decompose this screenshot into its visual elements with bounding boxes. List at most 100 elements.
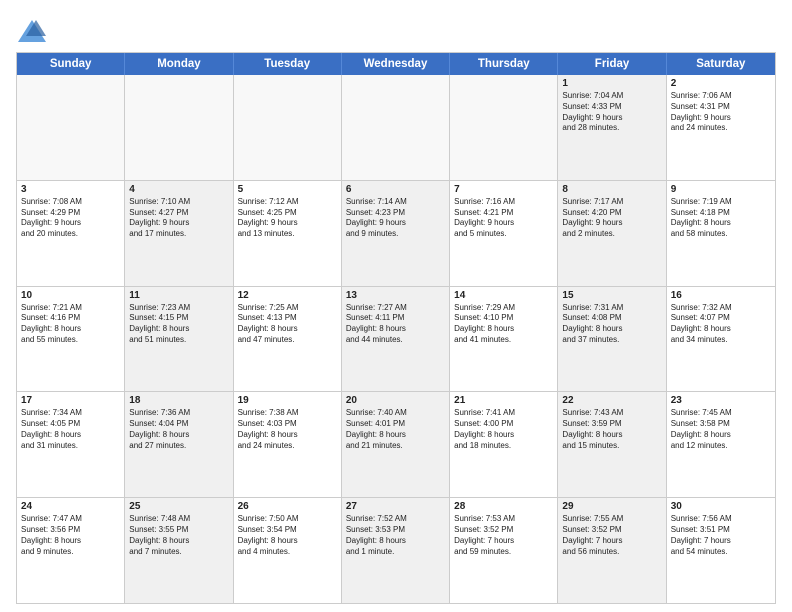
day-info: Sunrise: 7:53 AMSunset: 3:52 PMDaylight:… xyxy=(454,514,553,557)
header-day-tuesday: Tuesday xyxy=(234,53,342,75)
day-info: Sunrise: 7:34 AMSunset: 4:05 PMDaylight:… xyxy=(21,408,120,451)
day-cell-17: 17 Sunrise: 7:34 AMSunset: 4:05 PMDayligh… xyxy=(17,392,125,497)
page: SundayMondayTuesdayWednesdayThursdayFrid… xyxy=(0,0,792,612)
day-number: 26 xyxy=(238,501,337,512)
day-cell-7: 7 Sunrise: 7:16 AMSunset: 4:21 PMDaylight… xyxy=(450,181,558,286)
day-number: 1 xyxy=(562,78,661,89)
day-info: Sunrise: 7:55 AMSunset: 3:52 PMDaylight:… xyxy=(562,514,661,557)
header xyxy=(16,12,776,46)
day-number: 28 xyxy=(454,501,553,512)
header-day-friday: Friday xyxy=(558,53,666,75)
day-cell-2: 2Sunrise: 7:06 AMSunset: 4:31 PMDaylight… xyxy=(667,75,775,180)
calendar-row-3: 10Sunrise: 7:21 AMSunset: 4:16 PMDayligh… xyxy=(17,286,775,392)
day-number: 27 xyxy=(346,501,445,512)
day-info: Sunrise: 7:21 AMSunset: 4:16 PMDaylight:… xyxy=(21,303,120,346)
day-cell-25: 25 Sunrise: 7:48 AMSunset: 3:55 PMDayligh… xyxy=(125,498,233,603)
day-number: 30 xyxy=(671,501,771,512)
calendar-row-1: 1 Sunrise: 7:04 AMSunset: 4:33 PMDaylight… xyxy=(17,75,775,180)
day-cell-22: 22Sunrise: 7:43 AMSunset: 3:59 PMDayligh… xyxy=(558,392,666,497)
day-number: 22 xyxy=(562,395,661,406)
day-cell-8: 8 Sunrise: 7:17 AMSunset: 4:20 PMDaylight… xyxy=(558,181,666,286)
day-cell-19: 19 Sunrise: 7:38 AMSunset: 4:03 PMDayligh… xyxy=(234,392,342,497)
day-info: Sunrise: 7:47 AMSunset: 3:56 PMDaylight:… xyxy=(21,514,120,557)
day-cell-18: 18 Sunrise: 7:36 AMSunset: 4:04 PMDayligh… xyxy=(125,392,233,497)
logo-icon xyxy=(16,18,48,46)
day-info: Sunrise: 7:31 AMSunset: 4:08 PMDaylight:… xyxy=(562,303,661,346)
day-cell-12: 12Sunrise: 7:25 AMSunset: 4:13 PMDayligh… xyxy=(234,287,342,392)
day-info: Sunrise: 7:40 AMSunset: 4:01 PMDaylight:… xyxy=(346,408,445,451)
calendar-row-5: 24 Sunrise: 7:47 AMSunset: 3:56 PMDayligh… xyxy=(17,497,775,603)
header-day-sunday: Sunday xyxy=(17,53,125,75)
day-cell-30: 30 Sunrise: 7:56 AMSunset: 3:51 PMDayligh… xyxy=(667,498,775,603)
day-number: 9 xyxy=(671,184,771,195)
empty-cell xyxy=(17,75,125,180)
day-info: Sunrise: 7:17 AMSunset: 4:20 PMDaylight:… xyxy=(562,197,661,240)
header-day-wednesday: Wednesday xyxy=(342,53,450,75)
day-cell-5: 5 Sunrise: 7:12 AMSunset: 4:25 PMDaylight… xyxy=(234,181,342,286)
day-number: 12 xyxy=(238,290,337,301)
day-cell-29: 29Sunrise: 7:55 AMSunset: 3:52 PMDayligh… xyxy=(558,498,666,603)
day-info: Sunrise: 7:52 AMSunset: 3:53 PMDaylight:… xyxy=(346,514,445,557)
day-number: 5 xyxy=(238,184,337,195)
day-info: Sunrise: 7:48 AMSunset: 3:55 PMDaylight:… xyxy=(129,514,228,557)
day-number: 17 xyxy=(21,395,120,406)
day-info: Sunrise: 7:14 AMSunset: 4:23 PMDaylight:… xyxy=(346,197,445,240)
day-info: Sunrise: 7:56 AMSunset: 3:51 PMDaylight:… xyxy=(671,514,771,557)
day-cell-15: 15 Sunrise: 7:31 AMSunset: 4:08 PMDayligh… xyxy=(558,287,666,392)
calendar: SundayMondayTuesdayWednesdayThursdayFrid… xyxy=(16,52,776,604)
day-info: Sunrise: 7:36 AMSunset: 4:04 PMDaylight:… xyxy=(129,408,228,451)
empty-cell xyxy=(450,75,558,180)
calendar-row-2: 3Sunrise: 7:08 AMSunset: 4:29 PMDaylight… xyxy=(17,180,775,286)
header-day-monday: Monday xyxy=(125,53,233,75)
day-number: 8 xyxy=(562,184,661,195)
day-info: Sunrise: 7:04 AMSunset: 4:33 PMDaylight:… xyxy=(562,91,661,134)
empty-cell xyxy=(234,75,342,180)
day-cell-23: 23 Sunrise: 7:45 AMSunset: 3:58 PMDayligh… xyxy=(667,392,775,497)
day-number: 16 xyxy=(671,290,771,301)
day-number: 23 xyxy=(671,395,771,406)
day-cell-16: 16 Sunrise: 7:32 AMSunset: 4:07 PMDayligh… xyxy=(667,287,775,392)
day-number: 20 xyxy=(346,395,445,406)
day-number: 15 xyxy=(562,290,661,301)
empty-cell xyxy=(125,75,233,180)
day-info: Sunrise: 7:41 AMSunset: 4:00 PMDaylight:… xyxy=(454,408,553,451)
day-number: 6 xyxy=(346,184,445,195)
header-day-thursday: Thursday xyxy=(450,53,558,75)
day-cell-9: 9Sunrise: 7:19 AMSunset: 4:18 PMDaylight… xyxy=(667,181,775,286)
day-info: Sunrise: 7:23 AMSunset: 4:15 PMDaylight:… xyxy=(129,303,228,346)
empty-cell xyxy=(342,75,450,180)
day-number: 18 xyxy=(129,395,228,406)
day-info: Sunrise: 7:45 AMSunset: 3:58 PMDaylight:… xyxy=(671,408,771,451)
day-cell-21: 21 Sunrise: 7:41 AMSunset: 4:00 PMDayligh… xyxy=(450,392,558,497)
calendar-row-4: 17 Sunrise: 7:34 AMSunset: 4:05 PMDayligh… xyxy=(17,391,775,497)
day-info: Sunrise: 7:10 AMSunset: 4:27 PMDaylight:… xyxy=(129,197,228,240)
day-number: 2 xyxy=(671,78,771,89)
header-day-saturday: Saturday xyxy=(667,53,775,75)
day-number: 21 xyxy=(454,395,553,406)
day-number: 25 xyxy=(129,501,228,512)
day-number: 7 xyxy=(454,184,553,195)
day-cell-6: 6 Sunrise: 7:14 AMSunset: 4:23 PMDaylight… xyxy=(342,181,450,286)
day-info: Sunrise: 7:38 AMSunset: 4:03 PMDaylight:… xyxy=(238,408,337,451)
day-cell-13: 13 Sunrise: 7:27 AMSunset: 4:11 PMDayligh… xyxy=(342,287,450,392)
day-cell-24: 24 Sunrise: 7:47 AMSunset: 3:56 PMDayligh… xyxy=(17,498,125,603)
calendar-body: 1 Sunrise: 7:04 AMSunset: 4:33 PMDaylight… xyxy=(17,75,775,603)
day-cell-27: 27 Sunrise: 7:52 AMSunset: 3:53 PMDayligh… xyxy=(342,498,450,603)
day-number: 13 xyxy=(346,290,445,301)
day-number: 11 xyxy=(129,290,228,301)
day-number: 19 xyxy=(238,395,337,406)
day-info: Sunrise: 7:32 AMSunset: 4:07 PMDaylight:… xyxy=(671,303,771,346)
day-info: Sunrise: 7:50 AMSunset: 3:54 PMDaylight:… xyxy=(238,514,337,557)
day-info: Sunrise: 7:08 AMSunset: 4:29 PMDaylight:… xyxy=(21,197,120,240)
day-cell-1: 1 Sunrise: 7:04 AMSunset: 4:33 PMDaylight… xyxy=(558,75,666,180)
day-number: 24 xyxy=(21,501,120,512)
day-info: Sunrise: 7:27 AMSunset: 4:11 PMDaylight:… xyxy=(346,303,445,346)
day-cell-28: 28 Sunrise: 7:53 AMSunset: 3:52 PMDayligh… xyxy=(450,498,558,603)
day-cell-26: 26 Sunrise: 7:50 AMSunset: 3:54 PMDayligh… xyxy=(234,498,342,603)
day-info: Sunrise: 7:16 AMSunset: 4:21 PMDaylight:… xyxy=(454,197,553,240)
day-cell-3: 3Sunrise: 7:08 AMSunset: 4:29 PMDaylight… xyxy=(17,181,125,286)
day-cell-11: 11 Sunrise: 7:23 AMSunset: 4:15 PMDayligh… xyxy=(125,287,233,392)
day-info: Sunrise: 7:12 AMSunset: 4:25 PMDaylight:… xyxy=(238,197,337,240)
calendar-header: SundayMondayTuesdayWednesdayThursdayFrid… xyxy=(17,53,775,75)
day-cell-14: 14Sunrise: 7:29 AMSunset: 4:10 PMDayligh… xyxy=(450,287,558,392)
